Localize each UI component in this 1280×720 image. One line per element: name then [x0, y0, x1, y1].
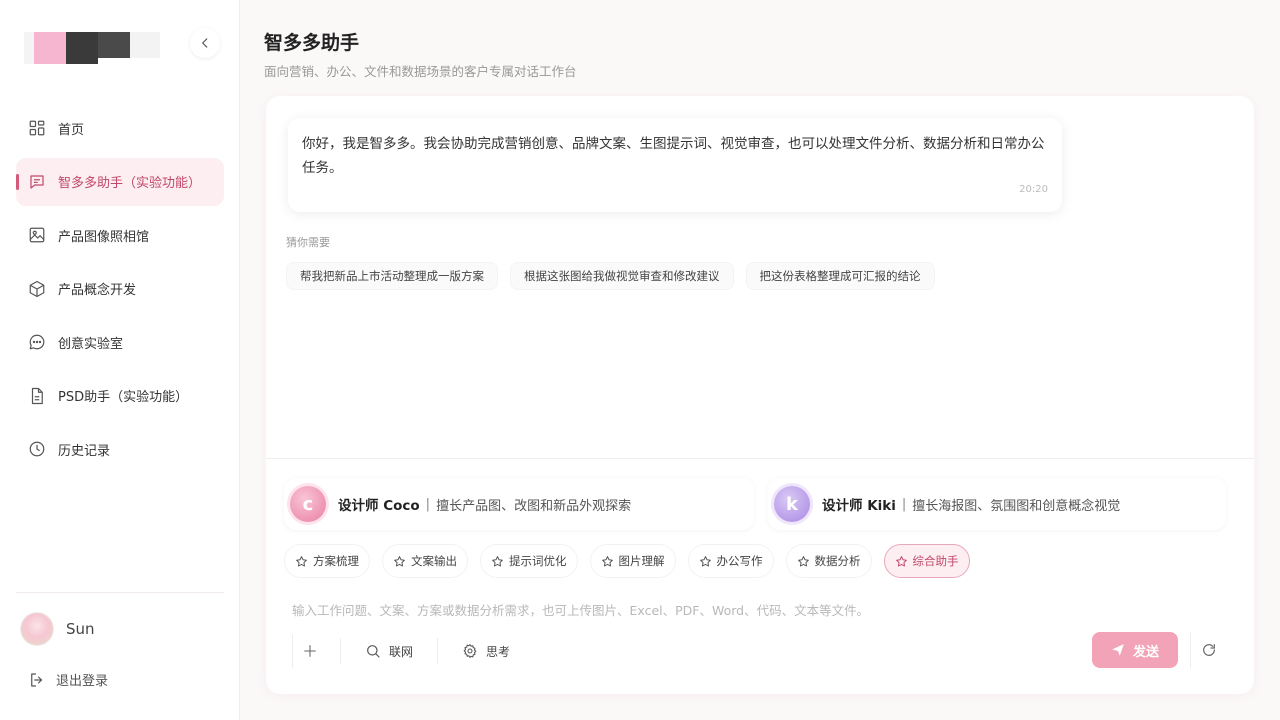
sidebar-item-label: 首页	[58, 122, 85, 138]
sidebar: 首页 智多多助手（实验功能） 产品图像照相馆 产品概念开发 创意实验室 PSD助…	[0, 0, 240, 720]
send-label: 发送	[1132, 644, 1159, 660]
skill-tab-plan[interactable]: 方案梳理	[284, 544, 370, 578]
skill-label: 提示词优化	[509, 554, 567, 568]
attach-button[interactable]	[292, 634, 326, 668]
logout-label: 退出登录	[56, 674, 109, 689]
sidebar-nav: 首页 智多多助手（实验功能） 产品图像照相馆 产品概念开发 创意实验室 PSD助…	[16, 104, 224, 479]
sidebar-item-label: 产品图像照相馆	[58, 229, 150, 245]
designer-avatar: k	[774, 486, 810, 522]
file-icon	[28, 387, 46, 405]
skill-tabs: 方案梳理 文案输出 提示词优化 图片理解 办公写作 数据分析 综合助手	[284, 544, 970, 578]
skill-label: 综合助手	[912, 554, 959, 568]
designer-card-coco[interactable]: c 设计师 Coco | 擅长产品图、改图和新品外观探索	[284, 478, 754, 530]
suggestion-chip[interactable]: 根据这张图给我做视觉审查和修改建议	[510, 262, 734, 290]
brand-logo	[24, 32, 164, 66]
cube-icon	[28, 280, 46, 298]
designer-name: 设计师 Coco	[338, 498, 420, 514]
page-subtitle: 面向营销、办公、文件和数据场景的客户专属对话工作台	[264, 64, 577, 79]
skill-tab-data[interactable]: 数据分析	[785, 544, 872, 578]
clock-icon	[28, 440, 46, 458]
designer-card-kiki[interactable]: k 设计师 Kiki | 擅长海报图、氛围图和创意概念视觉	[768, 478, 1226, 530]
plus-icon	[302, 643, 318, 659]
sidebar-item-label: 智多多助手（实验功能）	[58, 176, 202, 191]
assistant-message: 你好，我是智多多。我会协助完成营销创意、品牌文案、生图提示词、视觉审查，也可以处…	[288, 118, 1062, 212]
toolbar-divider	[437, 638, 439, 664]
user-name: Sun	[66, 620, 95, 638]
web-search-label: 联网	[389, 644, 414, 659]
message-bubble-icon	[28, 333, 46, 351]
star-icon	[601, 555, 614, 568]
refresh-button[interactable]	[1190, 632, 1226, 668]
skill-label: 数据分析	[814, 554, 861, 568]
gear-icon	[462, 643, 478, 659]
panel-divider	[266, 458, 1254, 459]
logout-button[interactable]: 退出登录	[28, 670, 108, 689]
input-toolbar: 联网 思考	[292, 634, 520, 668]
sidebar-item-label: 创意实验室	[58, 336, 124, 352]
sidebar-item-photo-studio[interactable]: 产品图像照相馆	[16, 211, 224, 259]
sidebar-divider	[16, 592, 224, 593]
think-toggle[interactable]: 思考	[452, 634, 520, 668]
suggestion-list: 帮我把新品上市活动整理成一版方案 根据这张图给我做视觉审查和修改建议 把这份表格…	[286, 262, 935, 290]
think-label: 思考	[486, 644, 511, 659]
user-profile[interactable]: Sun	[20, 612, 95, 646]
image-icon	[28, 226, 46, 244]
search-icon	[365, 643, 381, 659]
designer-name: 设计师 Kiki	[822, 498, 896, 514]
star-icon	[895, 555, 908, 568]
skill-tab-office[interactable]: 办公写作	[687, 544, 774, 578]
sidebar-item-label: 历史记录	[58, 443, 111, 459]
designer-description: 擅长海报图、氛围图和创意概念视觉	[912, 498, 1121, 514]
chat-icon	[28, 173, 46, 191]
chat-panel: 你好，我是智多多。我会协助完成营销创意、品牌文案、生图提示词、视觉审查，也可以处…	[266, 96, 1254, 694]
skill-tab-prompt[interactable]: 提示词优化	[480, 544, 578, 578]
skill-label: 办公写作	[716, 554, 763, 568]
designer-description: 擅长产品图、改图和新品外观探索	[436, 498, 632, 514]
toolbar-divider	[340, 638, 341, 664]
sidebar-item-assistant[interactable]: 智多多助手（实验功能）	[16, 157, 224, 206]
message-time: 20:20	[1019, 184, 1048, 195]
designer-avatar: c	[290, 486, 326, 522]
skill-label: 图片理解	[618, 554, 665, 568]
suggestion-chip[interactable]: 把这份表格整理成可汇报的结论	[745, 262, 935, 290]
chevron-left-icon	[198, 36, 212, 50]
sidebar-item-home[interactable]: 首页	[16, 104, 224, 152]
prompt-input[interactable]	[292, 598, 1212, 622]
skill-tab-general[interactable]: 综合助手	[883, 544, 970, 578]
suggestions-label: 猜你需要	[286, 236, 330, 249]
star-icon	[491, 555, 504, 568]
send-button[interactable]: 发送	[1092, 632, 1178, 668]
sidebar-item-creative-lab[interactable]: 创意实验室	[16, 318, 224, 366]
grid-icon	[28, 119, 46, 137]
skill-tab-image[interactable]: 图片理解	[589, 544, 676, 578]
sidebar-item-history[interactable]: 历史记录	[16, 425, 224, 473]
collapse-sidebar-button[interactable]	[190, 28, 220, 58]
sidebar-item-psd[interactable]: PSD助手（实验功能）	[16, 372, 224, 420]
skill-tab-copy[interactable]: 文案输出	[382, 544, 468, 578]
designer-separator: |	[901, 496, 907, 512]
designer-separator: |	[425, 496, 431, 512]
skill-label: 文案输出	[411, 554, 457, 568]
suggestion-chip[interactable]: 帮我把新品上市活动整理成一版方案	[286, 262, 498, 290]
avatar	[20, 612, 54, 646]
sidebar-item-label: 产品概念开发	[58, 283, 137, 298]
star-icon	[295, 555, 308, 568]
sidebar-item-label: PSD助手（实验功能）	[58, 390, 189, 405]
star-icon	[393, 555, 406, 568]
send-icon	[1111, 643, 1125, 657]
message-text: 你好，我是智多多。我会协助完成营销创意、品牌文案、生图提示词、视觉审查，也可以处…	[302, 136, 1045, 176]
skill-label: 方案梳理	[313, 554, 359, 568]
refresh-icon	[1201, 642, 1217, 658]
star-icon	[699, 555, 712, 568]
page-title: 智多多助手	[264, 32, 360, 54]
web-search-toggle[interactable]: 联网	[355, 634, 423, 668]
star-icon	[797, 555, 810, 568]
sidebar-item-concept[interactable]: 产品概念开发	[16, 265, 224, 313]
logout-icon	[28, 671, 46, 689]
